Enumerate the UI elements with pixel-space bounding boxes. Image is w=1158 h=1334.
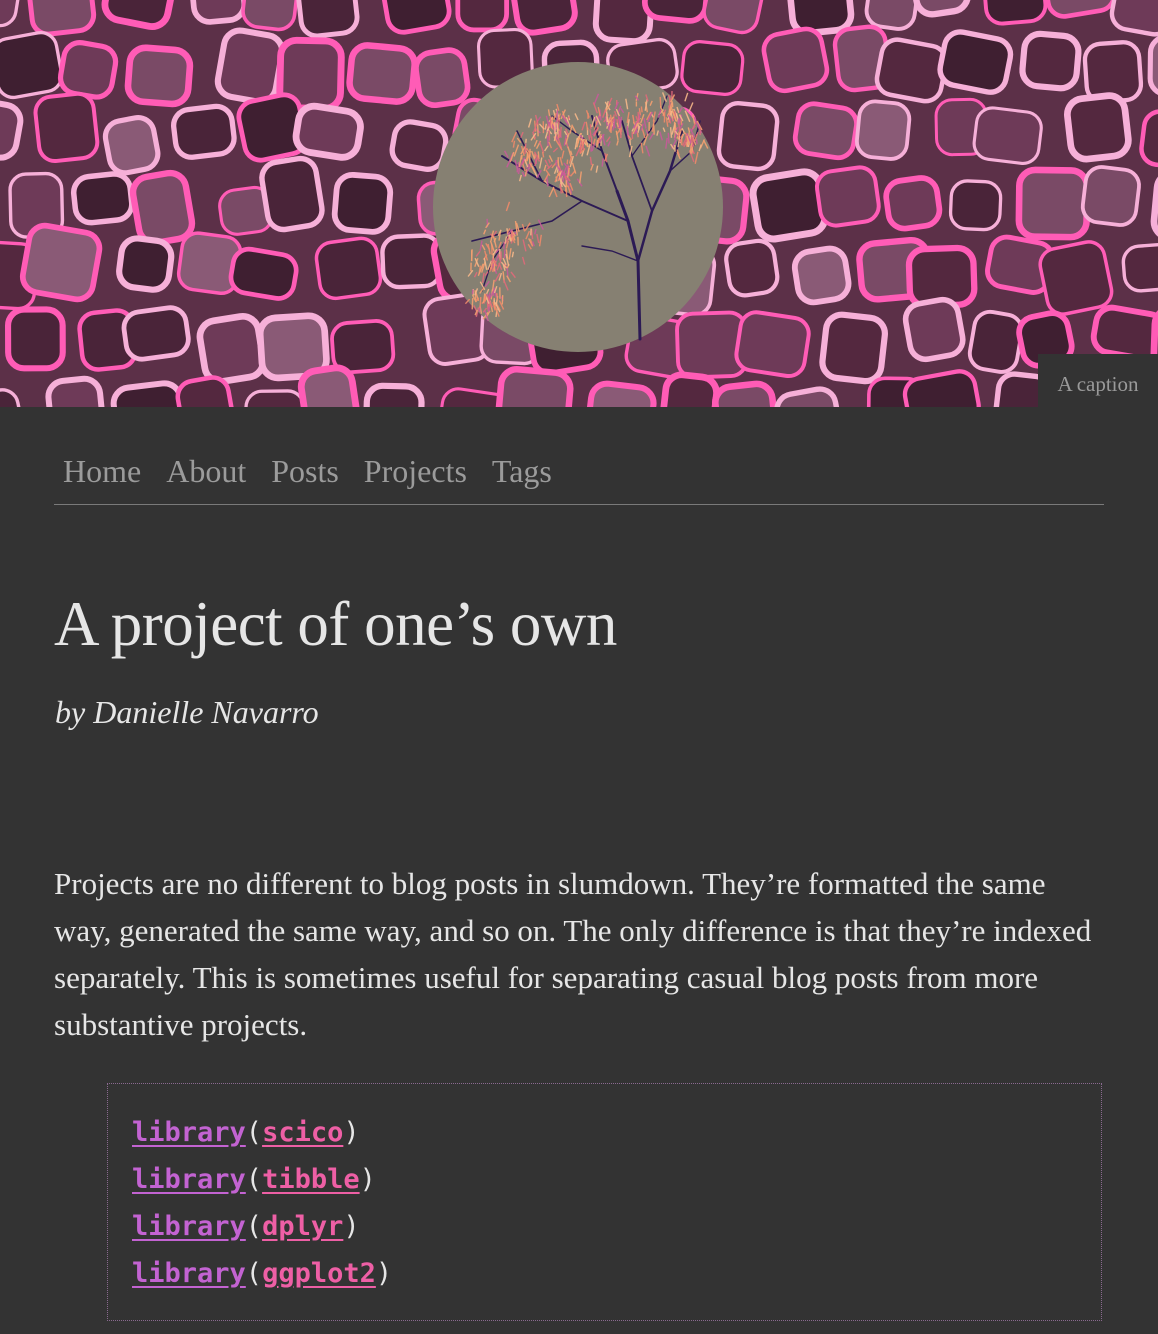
code-function-link[interactable]: library	[132, 1211, 246, 1242]
code-function-link[interactable]: library	[132, 1164, 246, 1195]
nav-posts[interactable]: Posts	[271, 448, 339, 494]
code-paren-open: (	[245, 1117, 263, 1148]
code-function-link[interactable]: library	[132, 1117, 246, 1148]
nav-projects[interactable]: Projects	[364, 448, 467, 494]
code-line: library(tibble)	[132, 1156, 1101, 1203]
code-function-link[interactable]: library	[132, 1258, 246, 1289]
code-package-link[interactable]: tibble	[262, 1164, 360, 1195]
tree-artwork	[433, 62, 723, 352]
header-banner: A caption	[0, 0, 1158, 407]
code-paren-close: )	[359, 1164, 376, 1195]
code-block: library(scico) library(tibble) library(d…	[107, 1083, 1102, 1321]
code-paren-open: (	[245, 1258, 263, 1289]
page-title: A project of one’s own	[54, 589, 617, 659]
author-byline: by Danielle Navarro	[55, 694, 319, 730]
nav-about[interactable]: About	[166, 448, 246, 494]
nav-tags[interactable]: Tags	[492, 448, 552, 494]
code-paren-close: )	[375, 1258, 393, 1289]
code-line: library(ggplot2)	[132, 1250, 1101, 1297]
code-paren-open: (	[245, 1211, 263, 1242]
code-package-link[interactable]: ggplot2	[262, 1258, 376, 1289]
code-line: library(scico)	[132, 1109, 1101, 1156]
code-line: library(dplyr)	[132, 1203, 1101, 1250]
code-package-link[interactable]: scico	[262, 1117, 343, 1148]
nav-home[interactable]: Home	[63, 448, 141, 494]
code-paren-close: )	[343, 1117, 360, 1148]
code-paren-close: )	[343, 1211, 360, 1242]
code-paren-open: (	[245, 1164, 263, 1195]
main-nav: Home About Posts Projects Tags	[54, 448, 1104, 505]
banner-caption: A caption	[1038, 354, 1158, 407]
post-body-paragraph: Projects are no different to blog posts …	[54, 866, 1092, 1042]
code-package-link[interactable]: dplyr	[262, 1211, 343, 1242]
